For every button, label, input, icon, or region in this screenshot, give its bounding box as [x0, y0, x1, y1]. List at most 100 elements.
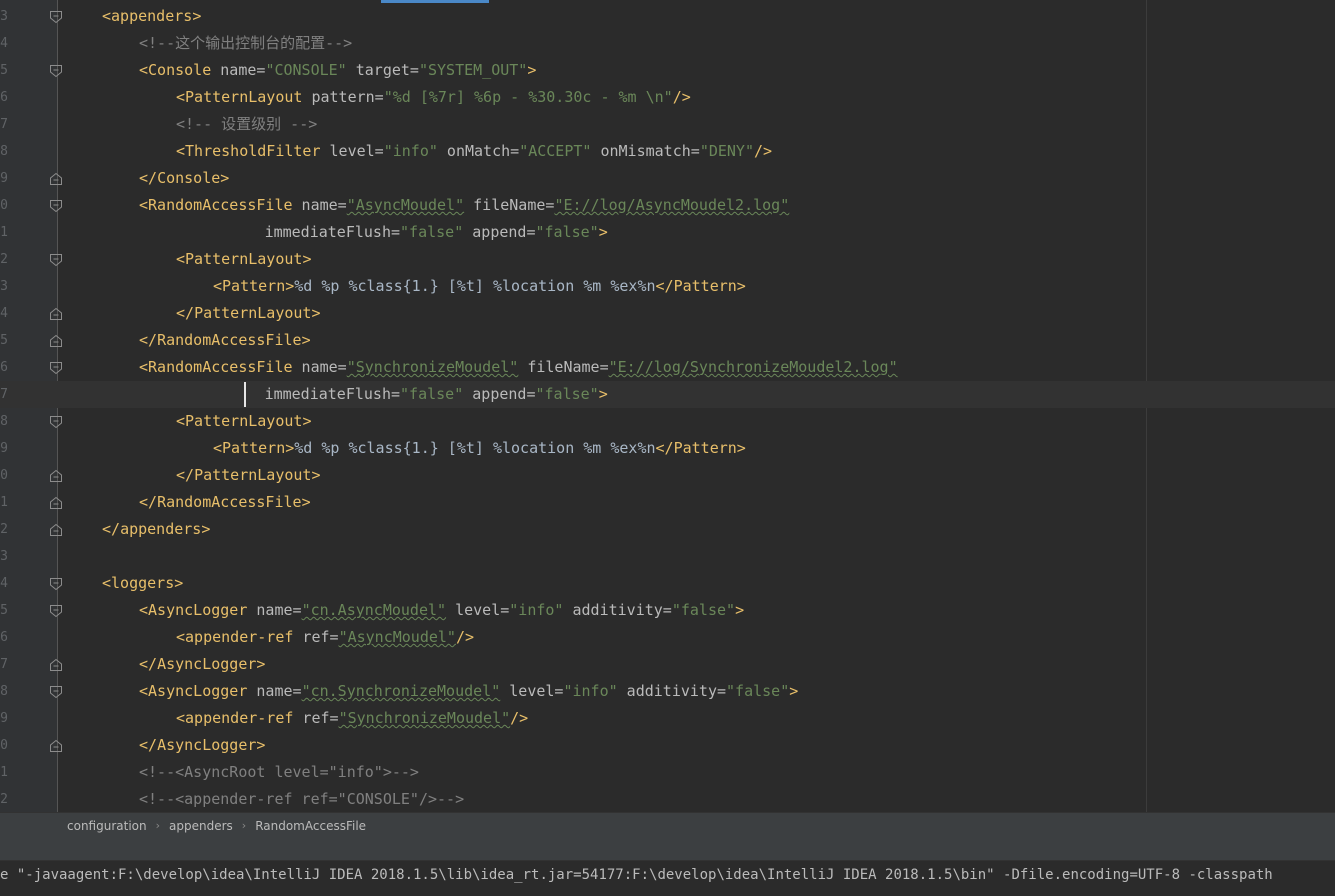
code-line[interactable]: 3: [0, 543, 1335, 570]
breadcrumb-item[interactable]: RandomAccessFile: [255, 819, 366, 833]
code-line[interactable]: 7 immediateFlush="false" append="false">: [0, 381, 1335, 408]
code-token: "ACCEPT": [519, 142, 592, 160]
code-line[interactable]: 0 </PatternLayout>: [0, 462, 1335, 489]
breadcrumb-item[interactable]: configuration: [67, 819, 147, 833]
code-token: >: [598, 223, 608, 241]
code-token: >: [285, 277, 295, 295]
fold-open-icon[interactable]: [49, 577, 63, 591]
line-number: 4: [0, 306, 8, 321]
code-line[interactable]: 6 <RandomAccessFile name="SynchronizeMoud…: [0, 354, 1335, 381]
code-line[interactable]: 5 </RandomAccessFile>: [0, 327, 1335, 354]
code-token: "CONSOLE": [265, 61, 347, 79]
code-text: <appenders>: [102, 3, 201, 30]
fold-close-icon[interactable]: [49, 334, 63, 348]
code-line[interactable]: 0 <RandomAccessFile name="AsyncMoudel" fi…: [0, 192, 1335, 219]
code-token: <!-- 设置级别 -->: [176, 115, 318, 133]
fold-open-icon[interactable]: [49, 415, 63, 429]
code-text: </PatternLayout>: [176, 300, 321, 327]
fold-close-icon[interactable]: [49, 469, 63, 483]
run-console[interactable]: e "-javaagent:F:\develop\idea\IntelliJ I…: [0, 860, 1335, 896]
code-line[interactable]: 3 <Pattern>%d %p %class{1.} [%t] %locatio…: [0, 273, 1335, 300]
code-text: <PatternLayout>: [176, 246, 311, 273]
code-line[interactable]: 9 </Console>: [0, 165, 1335, 192]
code-text: </Console>: [139, 165, 229, 192]
code-token: </: [102, 520, 121, 538]
code-line[interactable]: 5 <Console name="CONSOLE" target="SYSTEM_…: [0, 57, 1335, 84]
fold-open-icon[interactable]: [49, 604, 63, 618]
code-line[interactable]: 1 immediateFlush="false" append="false">: [0, 219, 1335, 246]
code-line[interactable]: 8 <PatternLayout>: [0, 408, 1335, 435]
code-editor[interactable]: 3 <appenders> 4 <!--这个输出控制台的配置--> 5 <Console …: [0, 0, 1335, 812]
code-token: ThresholdFilter: [185, 142, 321, 160]
line-number: 1: [0, 495, 8, 510]
code-token: "false": [726, 682, 790, 700]
fold-close-icon[interactable]: [49, 658, 63, 672]
code-token: <: [176, 628, 186, 646]
code-token: level=: [500, 682, 564, 700]
line-number: 0: [0, 198, 8, 213]
fold-open-icon[interactable]: [49, 199, 63, 213]
breadcrumb-item[interactable]: appenders: [169, 819, 233, 833]
code-line[interactable]: 6 <PatternLayout pattern="%d [%7r] %6p - …: [0, 84, 1335, 111]
line-number: 2: [0, 252, 8, 267]
code-token: "E://log/AsyncMoudel2.log": [554, 196, 790, 214]
code-token: >: [302, 250, 312, 268]
fold-close-icon[interactable]: [49, 739, 63, 753]
fold-open-icon[interactable]: [49, 361, 63, 375]
code-text: <!--<AsyncRoot level="info">-->: [139, 759, 419, 786]
code-text: </AsyncLogger>: [139, 651, 265, 678]
code-token: "false": [535, 223, 599, 241]
fold-open-icon[interactable]: [49, 64, 63, 78]
code-line[interactable]: 9 <Pattern>%d %p %class{1.} [%t] %locatio…: [0, 435, 1335, 462]
code-token: <: [139, 61, 149, 79]
code-line[interactable]: 7 <!-- 设置级别 -->: [0, 111, 1335, 138]
code-token: pattern=: [302, 88, 384, 106]
line-number: 4: [0, 36, 8, 51]
code-token: RandomAccessFile: [157, 331, 302, 349]
code-line[interactable]: 2 <!--<appender-ref ref="CONSOLE"/>-->: [0, 786, 1335, 812]
code-line[interactable]: 8 <ThresholdFilter level="info" onMatch="…: [0, 138, 1335, 165]
code-line[interactable]: 6 <appender-ref ref="AsyncMoudel"/>: [0, 624, 1335, 651]
code-token: onMismatch=: [591, 142, 700, 160]
code-token: PatternLayout: [194, 304, 312, 322]
fold-close-icon[interactable]: [49, 523, 63, 537]
line-number: 3: [0, 9, 8, 24]
code-line[interactable]: 0 </AsyncLogger>: [0, 732, 1335, 759]
line-number: 7: [0, 387, 8, 402]
code-line[interactable]: 1 <!--<AsyncRoot level="info">-->: [0, 759, 1335, 786]
code-line[interactable]: 7 </AsyncLogger>: [0, 651, 1335, 678]
code-line[interactable]: 1 </RandomAccessFile>: [0, 489, 1335, 516]
fold-close-icon[interactable]: [49, 172, 63, 186]
code-text: <appender-ref ref="SynchronizeMoudel"/>: [176, 705, 528, 732]
fold-open-icon[interactable]: [49, 253, 63, 267]
line-number: 9: [0, 441, 8, 456]
code-token: <: [176, 250, 186, 268]
code-token: appender-ref: [185, 709, 294, 727]
code-token: immediateFlush=: [264, 223, 401, 241]
code-token: </: [655, 439, 674, 457]
code-line[interactable]: 2 <PatternLayout>: [0, 246, 1335, 273]
code-line[interactable]: 2 </appenders>: [0, 516, 1335, 543]
code-line[interactable]: 4 <!--这个输出控制台的配置-->: [0, 30, 1335, 57]
code-line[interactable]: 9 <appender-ref ref="SynchronizeMoudel"/>: [0, 705, 1335, 732]
code-line[interactable]: 8 <AsyncLogger name="cn.SynchronizeMoudel…: [0, 678, 1335, 705]
code-text: <Pattern>%d %p %class{1.} [%t] %location…: [213, 435, 746, 462]
code-text: </appenders>: [102, 516, 210, 543]
code-token: AsyncLogger: [148, 601, 248, 619]
fold-close-icon[interactable]: [49, 307, 63, 321]
panel-splitter[interactable]: [0, 838, 1335, 860]
code-text: <Pattern>%d %p %class{1.} [%t] %location…: [213, 273, 746, 300]
fold-open-icon[interactable]: [49, 10, 63, 24]
code-line[interactable]: 3 <appenders>: [0, 3, 1335, 30]
code-line[interactable]: 4 </PatternLayout>: [0, 300, 1335, 327]
code-token: <!--<AsyncRoot level="info">-->: [139, 763, 419, 781]
code-lines[interactable]: 3 <appenders> 4 <!--这个输出控制台的配置--> 5 <Console …: [0, 3, 1335, 812]
code-token: </: [139, 169, 158, 187]
code-token: >: [256, 736, 266, 754]
console-output-line: e "-javaagent:F:\develop\idea\IntelliJ I…: [0, 867, 1273, 883]
code-line[interactable]: 5 <AsyncLogger name="cn.AsyncMoudel" leve…: [0, 597, 1335, 624]
fold-close-icon[interactable]: [49, 496, 63, 510]
code-line[interactable]: 4 <loggers>: [0, 570, 1335, 597]
code-text: <!--<appender-ref ref="CONSOLE"/>-->: [139, 786, 464, 812]
fold-open-icon[interactable]: [49, 685, 63, 699]
